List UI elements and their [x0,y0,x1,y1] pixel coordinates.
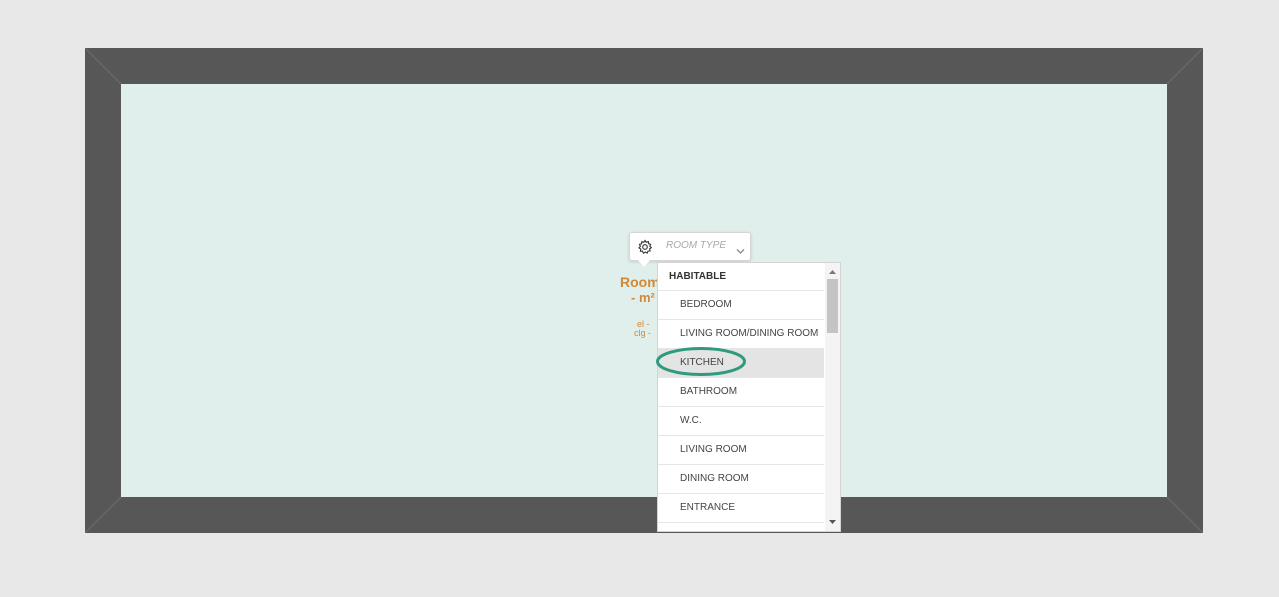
option-wc[interactable]: W.C. [658,407,824,436]
scroll-down-arrow-icon[interactable] [825,515,840,529]
option-bathroom[interactable]: BATHROOM [658,378,824,407]
option-group-header: HABITABLE [658,263,824,291]
option-living-room[interactable]: LIVING ROOM [658,436,824,465]
option-living-dining-room[interactable]: LIVING ROOM/DINING ROOM [658,320,824,349]
room-type-placeholder: ROOM TYPE [666,240,727,251]
option-kitchen[interactable]: KITCHEN [658,349,824,378]
option-cupboard[interactable]: CUPBOARD [658,523,824,531]
room-type-options-list: HABITABLE BEDROOM LIVING ROOM/DINING ROO… [658,263,824,531]
room-ceiling-label: clg - [634,328,652,338]
option-bedroom[interactable]: BEDROOM [658,291,824,320]
scroll-up-arrow-icon[interactable] [825,265,840,279]
gear-icon[interactable] [636,238,654,256]
dropdown-scrollbar[interactable] [825,263,840,531]
room-type-select[interactable]: ROOM TYPE [660,233,750,260]
room-toolbar-popover: ROOM TYPE [629,232,751,267]
option-entrance[interactable]: ENTRANCE [658,494,824,523]
room-name-label[interactable]: Room [620,274,662,290]
room-area-label: - m² [631,290,655,305]
scrollbar-thumb[interactable] [827,279,838,333]
popover-tail [638,260,650,267]
chevron-down-icon [736,242,745,260]
option-dining-room[interactable]: DINING ROOM [658,465,824,494]
room-type-dropdown[interactable]: HABITABLE BEDROOM LIVING ROOM/DINING ROO… [657,262,841,532]
